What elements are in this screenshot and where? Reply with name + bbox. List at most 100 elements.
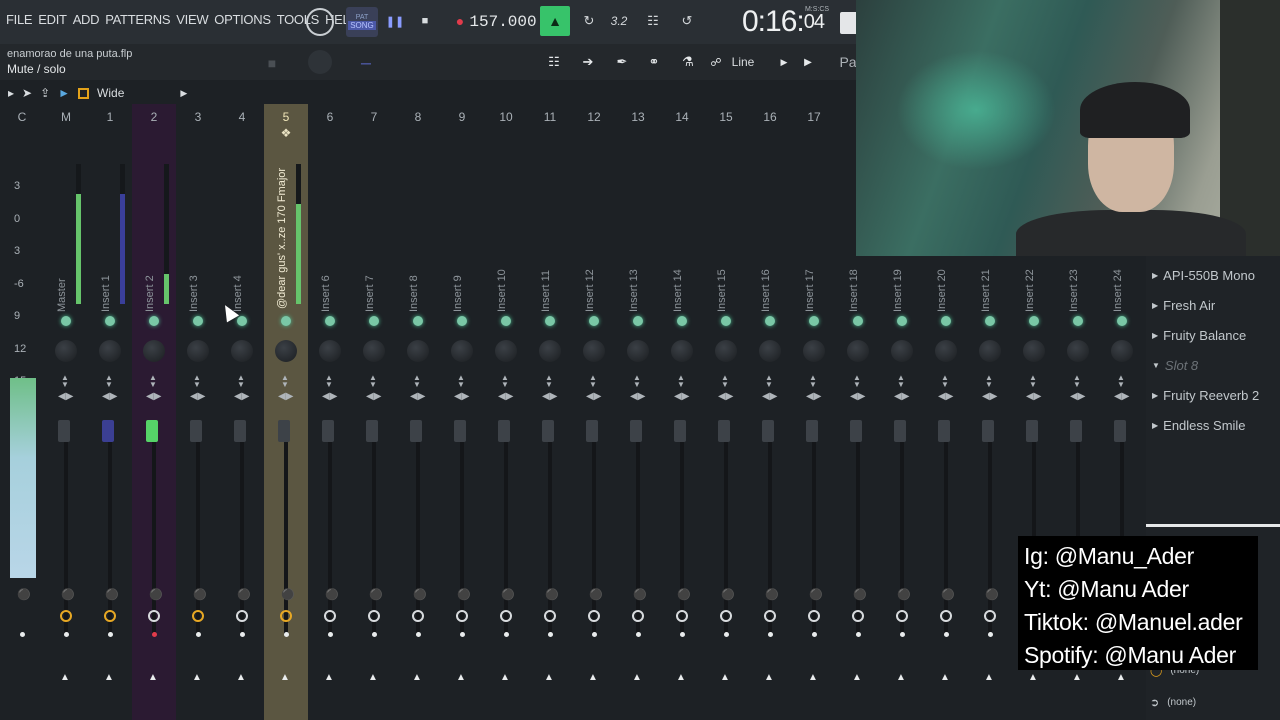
route-arrow-icon[interactable]: ▲ <box>544 672 554 683</box>
slot-arrow-icon[interactable]: ▶ <box>1152 391 1158 400</box>
route-arrow-icon[interactable]: ▲ <box>148 672 158 683</box>
fx-bulb-icon[interactable]: ⚫ <box>325 588 339 601</box>
plugin-icon[interactable]: ⚗ <box>676 52 700 72</box>
track-name[interactable]: Insert 17 <box>804 162 816 312</box>
route-arrow-icon[interactable]: ▲ <box>720 672 730 683</box>
route-arrow-icon[interactable]: ▲ <box>852 672 862 683</box>
fx-bulb-icon[interactable]: ⚫ <box>809 588 823 601</box>
send-toggle-icon[interactable] <box>281 316 291 326</box>
insert-strip-5[interactable]: 5 ❖ @dear gus' x..ze 170 Fmajor ▲ ▼ ◀▶ ⚫ ▲ <box>264 104 308 720</box>
insert-strip-4[interactable]: 4 Insert 4 ▲ ▼ ◀▶ ⚫ ▲ <box>220 104 264 720</box>
swap-channels-icon[interactable]: ◀▶ <box>410 391 425 402</box>
record-arm-dot[interactable] <box>284 632 289 637</box>
volume-fader[interactable] <box>322 420 334 442</box>
record-arm-dot[interactable] <box>636 632 641 637</box>
insert-strip-12[interactable]: 12 Insert 12 ▲ ▼ ◀▶ ⚫ ▲ <box>572 104 616 720</box>
latency-clock-icon[interactable] <box>720 610 732 622</box>
track-name[interactable]: Insert 10 <box>496 162 508 312</box>
latency-clock-icon[interactable] <box>896 610 908 622</box>
swap-channels-icon[interactable]: ◀▶ <box>762 391 777 402</box>
route-arrow-icon[interactable]: ▲ <box>984 672 994 683</box>
record-arm-dot[interactable] <box>108 632 113 637</box>
menu-options[interactable]: OPTIONS <box>214 12 271 27</box>
latency-clock-icon[interactable] <box>412 610 424 622</box>
send-toggle-icon[interactable] <box>501 316 511 326</box>
pan-knob[interactable] <box>1067 340 1089 362</box>
track-name[interactable]: Insert 1 <box>100 162 112 312</box>
record-arm-dot[interactable] <box>372 632 377 637</box>
route-arrow-icon[interactable]: ▲ <box>412 672 422 683</box>
route-arrow-icon[interactable]: ▲ <box>1116 672 1126 683</box>
stereo-separation-icon[interactable]: ▲ ▼ <box>545 374 553 389</box>
route-arrow-icon[interactable]: ▲ <box>1028 672 1038 683</box>
latency-clock-icon[interactable] <box>236 610 248 622</box>
volume-fader[interactable] <box>630 420 642 442</box>
record-arm-dot[interactable] <box>240 632 245 637</box>
effect-slot[interactable]: ▶ Fruity Balance <box>1152 322 1280 348</box>
brush-icon[interactable]: ✒ <box>610 52 634 72</box>
swap-channels-icon[interactable]: ◀▶ <box>454 391 469 402</box>
volume-fader[interactable] <box>146 420 158 442</box>
snap-line-select[interactable]: Line <box>728 52 758 72</box>
slot-arrow-icon[interactable]: ▶ <box>1152 421 1158 430</box>
volume-fader[interactable] <box>366 420 378 442</box>
typing-keyboard-icon[interactable]: ☷ <box>640 10 666 32</box>
insert-strip-13[interactable]: 13 Insert 13 ▲ ▼ ◀▶ ⚫ ▲ <box>616 104 660 720</box>
current-strip[interactable]: C ⚫ <box>0 104 44 720</box>
latency-clock-icon[interactable] <box>852 610 864 622</box>
send-toggle-icon[interactable] <box>941 316 951 326</box>
record-arm-dot[interactable] <box>680 632 685 637</box>
volume-fader[interactable] <box>762 420 774 442</box>
send-toggle-icon[interactable] <box>853 316 863 326</box>
stereo-separation-icon[interactable]: ▲ ▼ <box>501 374 509 389</box>
stereo-separation-icon[interactable]: ▲ ▼ <box>633 374 641 389</box>
record-arm-dot[interactable] <box>548 632 553 637</box>
stereo-separation-icon[interactable]: ▲ ▼ <box>809 374 817 389</box>
route-arrow-icon[interactable]: ▲ <box>324 672 334 683</box>
slot-arrow-icon[interactable]: ▼ <box>1152 361 1160 370</box>
stereo-separation-icon[interactable]: ▲ ▼ <box>941 374 949 389</box>
effect-slot[interactable]: ▶ Fruity Reeverb 2 <box>1152 382 1280 408</box>
stereo-separation-icon[interactable]: ▲ ▼ <box>413 374 421 389</box>
record-arm-dot[interactable] <box>328 632 333 637</box>
link-icon[interactable]: ⚭ <box>642 52 666 72</box>
stereo-separation-icon[interactable]: ▲ ▼ <box>897 374 905 389</box>
latency-clock-icon[interactable] <box>280 610 292 622</box>
send-toggle-icon[interactable] <box>1073 316 1083 326</box>
send-toggle-icon[interactable] <box>105 316 115 326</box>
swap-channels-icon[interactable]: ◀▶ <box>498 391 513 402</box>
fx-bulb-icon[interactable]: ⚫ <box>721 588 735 601</box>
insert-strip-7[interactable]: 7 Insert 7 ▲ ▼ ◀▶ ⚫ ▲ <box>352 104 396 720</box>
swap-channels-icon[interactable]: ◀▶ <box>58 391 73 402</box>
send-toggle-icon[interactable] <box>413 316 423 326</box>
pan-knob[interactable] <box>583 340 605 362</box>
send-toggle-icon[interactable] <box>809 316 819 326</box>
fx-bulb-icon[interactable]: ⚫ <box>105 588 119 601</box>
send-toggle-icon[interactable] <box>721 316 731 326</box>
swap-channels-icon[interactable]: ◀▶ <box>894 391 909 402</box>
volume-fader[interactable] <box>278 420 290 442</box>
volume-fader[interactable] <box>894 420 906 442</box>
route-arrow-icon[interactable]: ▲ <box>896 672 906 683</box>
insert-strip-1[interactable]: 1 Insert 1 ▲ ▼ ◀▶ ⚫ ▲ <box>88 104 132 720</box>
route-arrow-icon[interactable]: ▲ <box>236 672 246 683</box>
menu-file[interactable]: FILE <box>6 12 33 27</box>
send-toggle-icon[interactable] <box>545 316 555 326</box>
insert-strip-2[interactable]: 2 Insert 2 ▲ ▼ ◀▶ ⚫ ▲ <box>132 104 176 720</box>
send-toggle-icon[interactable] <box>1117 316 1127 326</box>
volume-fader[interactable] <box>850 420 862 442</box>
effect-slot[interactable]: ▶ Fresh Air <box>1152 292 1280 318</box>
fx-bulb-icon[interactable]: ⚫ <box>193 588 207 601</box>
track-name[interactable]: Insert 3 <box>188 162 200 312</box>
fx-bulb-icon[interactable]: ⚫ <box>853 588 867 601</box>
fx-bulb-icon[interactable]: ⚫ <box>545 588 559 601</box>
menu-edit[interactable]: EDIT <box>38 12 67 27</box>
fx-bulb-icon[interactable]: ⚫ <box>457 588 471 601</box>
track-name[interactable]: Insert 7 <box>364 162 376 312</box>
pan-knob[interactable] <box>99 340 121 362</box>
stereo-separation-icon[interactable]: ▲ ▼ <box>1073 374 1081 389</box>
latency-clock-icon[interactable] <box>588 610 600 622</box>
swap-channels-icon[interactable]: ◀▶ <box>542 391 557 402</box>
track-name[interactable]: Insert 13 <box>628 162 640 312</box>
send-toggle-icon[interactable] <box>149 316 159 326</box>
